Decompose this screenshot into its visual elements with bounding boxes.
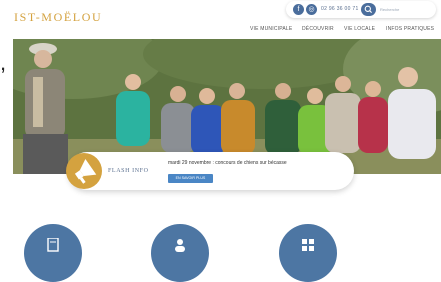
facebook-icon[interactable]: f bbox=[293, 4, 304, 15]
quick-link-people[interactable] bbox=[151, 224, 209, 282]
nav-item-decouvrir[interactable]: DÉCOUVRIR bbox=[302, 26, 334, 32]
site-logo[interactable]: IST-MOËLOU bbox=[14, 10, 102, 25]
nav-item-vie-locale[interactable]: VIE LOCALE bbox=[344, 26, 375, 32]
phone-number[interactable]: 02 96 36 00 71 bbox=[321, 6, 359, 12]
search-icon bbox=[364, 5, 372, 13]
search-input[interactable]: Recherche bbox=[380, 7, 399, 12]
flash-info-label: FLASH INFO bbox=[108, 168, 149, 174]
megaphone-icon bbox=[74, 159, 97, 184]
quick-link-documents[interactable] bbox=[24, 224, 82, 282]
main-nav: VIE MUNICIPALE DÉCOUVRIR VIE LOCALE INFO… bbox=[250, 26, 440, 36]
read-more-button[interactable]: EN SAVOIR PLUS bbox=[168, 174, 213, 183]
document-icon bbox=[47, 238, 59, 252]
grid-icon bbox=[302, 239, 314, 251]
flash-info-badge bbox=[66, 153, 102, 189]
offscreen-fragment: , bbox=[0, 50, 7, 75]
nav-item-vie-municipale[interactable]: VIE MUNICIPALE bbox=[250, 26, 292, 32]
search-button[interactable] bbox=[361, 3, 376, 16]
nav-item-infos-pratiques[interactable]: INFOS PRATIQUES bbox=[386, 26, 434, 32]
person-icon bbox=[175, 239, 185, 252]
quick-link-services[interactable] bbox=[279, 224, 337, 282]
flash-info-text[interactable]: mardi 29 novembre : concours de chiens s… bbox=[168, 160, 287, 166]
instagram-icon[interactable]: ◎ bbox=[306, 4, 317, 15]
